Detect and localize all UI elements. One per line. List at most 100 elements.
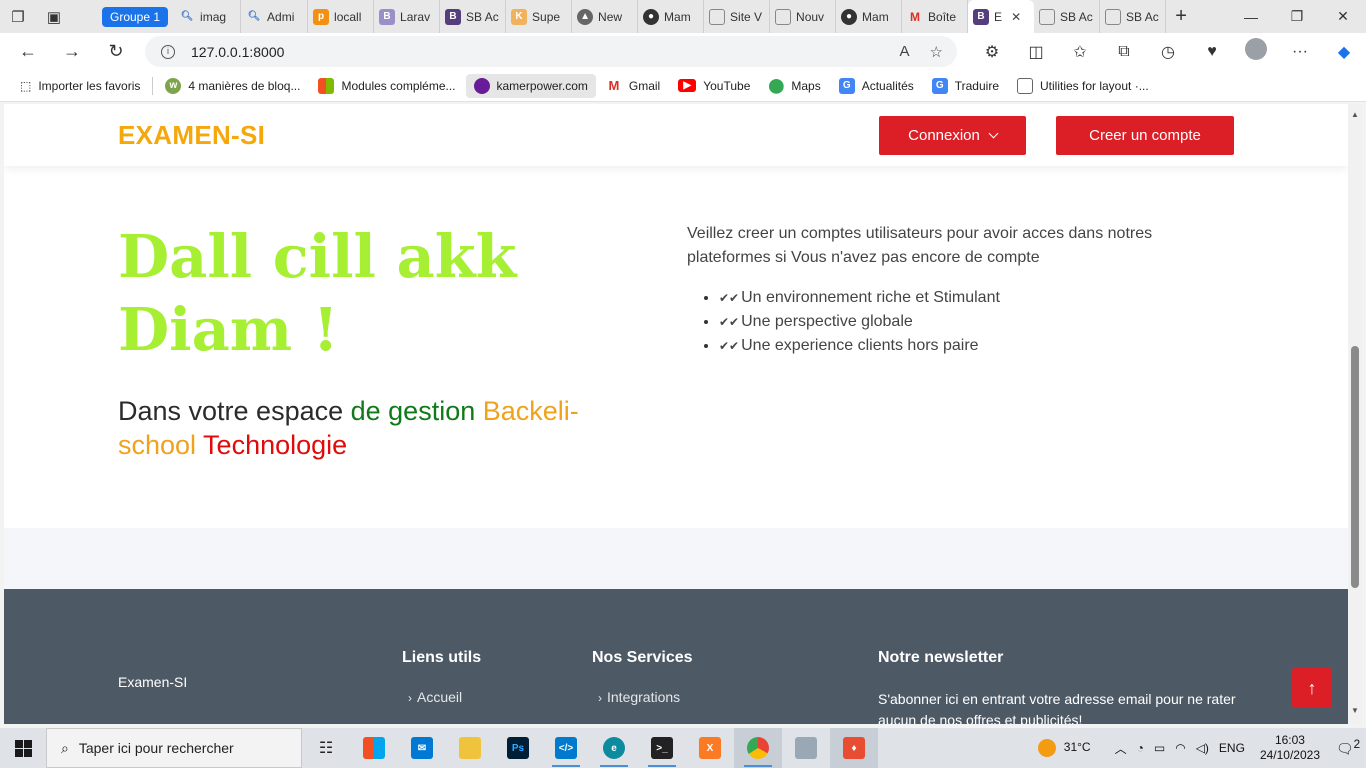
battery-icon[interactable]: ▭: [1149, 741, 1170, 755]
page-icon: [1105, 8, 1122, 25]
xampp-icon[interactable]: X: [686, 728, 734, 768]
volume-icon[interactable]: ◁): [1191, 741, 1214, 755]
edge-icon[interactable]: e: [590, 728, 638, 768]
browser-tab[interactable]: M Boîte: [902, 0, 969, 33]
mail-app-icon[interactable]: ✉: [398, 728, 446, 768]
photoshop-icon[interactable]: Ps: [494, 728, 542, 768]
start-button[interactable]: [0, 728, 46, 768]
signup-button[interactable]: Creer un compte: [1056, 116, 1234, 155]
page-scrollbar[interactable]: ▲ ▼: [1348, 104, 1362, 724]
page-icon: [709, 8, 726, 25]
clock[interactable]: 16:03 24/10/2023: [1250, 733, 1330, 763]
translate-icon: G: [931, 77, 948, 94]
new-tab-icon[interactable]: +: [1166, 5, 1196, 28]
forward-arrow-icon[interactable]: →: [50, 33, 94, 70]
browser-tab[interactable]: ▲ New: [572, 0, 639, 33]
bookmark-item[interactable]: M Gmail: [598, 74, 668, 98]
bookmark-item[interactable]: G Actualités: [831, 74, 922, 98]
back-to-top-button[interactable]: ↑: [1292, 668, 1332, 708]
browser-tab[interactable]: p locall: [308, 0, 375, 33]
git-app-icon[interactable]: ♦: [830, 728, 878, 768]
restore-icon[interactable]: ❐: [1274, 0, 1320, 33]
heart-extension-icon[interactable]: ♥: [1190, 43, 1234, 61]
bootstrap-icon: B: [379, 8, 396, 25]
collections-icon[interactable]: ⧉: [1102, 43, 1146, 61]
profile-avatar[interactable]: [1234, 38, 1278, 65]
weather-widget[interactable]: 31°C: [1033, 739, 1096, 757]
feature-list: ✔✔Un environnement riche et Stimulant ✔✔…: [703, 286, 1223, 358]
footer-link-accueil[interactable]: › Accueil: [408, 689, 462, 705]
scroll-down-icon[interactable]: ▼: [1348, 706, 1362, 715]
copilot-icon[interactable]: ◆: [1322, 42, 1366, 62]
system-tray: 31°C ︿ ◔ ▭ ◠ ◁) ENG 16:03 24/10/2023 🗨︎2: [1033, 728, 1366, 768]
browser-tab[interactable]: B Larav: [374, 0, 441, 33]
bookmark-item[interactable]: Utilities for layout ·...: [1009, 74, 1157, 98]
page-icon: [1039, 8, 1056, 25]
footer-link-integrations[interactable]: › Integrations: [598, 689, 680, 705]
browser-tab-bar: ❐ ▣ Groupe 1 🔍︎ imag 🔍︎ Admi p locall B Lara…: [0, 0, 1366, 33]
light-separator-band: [4, 528, 1348, 589]
browser-tab[interactable]: SB Ac: [1100, 0, 1167, 33]
chevron-right-icon: ›: [598, 691, 602, 705]
bookmark-item[interactable]: Modules compléme...: [310, 74, 463, 98]
file-explorer-icon[interactable]: [446, 728, 494, 768]
more-options-icon[interactable]: ···: [1278, 43, 1322, 61]
browser-tab[interactable]: K Supe: [506, 0, 573, 33]
browser-tab[interactable]: ● Mam: [638, 0, 705, 33]
bookmark-item[interactable]: ⬤ Maps: [760, 74, 828, 98]
chevron-down-icon: [988, 128, 999, 139]
app-window-icon[interactable]: [782, 728, 830, 768]
vscode-icon[interactable]: </>: [542, 728, 590, 768]
notification-center-icon[interactable]: 🗨︎2: [1330, 738, 1366, 758]
close-window-icon[interactable]: ✕: [1320, 0, 1366, 33]
bookmark-item[interactable]: kamerpower.com: [465, 73, 596, 98]
browser-tab[interactable]: ● Mam: [836, 0, 903, 33]
wifi-icon[interactable]: ◠: [1170, 741, 1190, 755]
chrome-icon[interactable]: [734, 728, 782, 768]
page-icon: [1017, 77, 1033, 94]
refresh-icon[interactable]: ↻: [94, 33, 138, 70]
back-arrow-icon[interactable]: ←: [6, 33, 50, 70]
minimize-icon[interactable]: —: [1228, 0, 1274, 33]
taskbar-search[interactable]: ⌕ Taper ici pour rechercher: [46, 728, 302, 768]
url-field[interactable]: i 127.0.0.1:8000 A ☆: [145, 36, 957, 67]
scroll-up-icon[interactable]: ▲: [1348, 110, 1362, 119]
browser-tab[interactable]: SB Ac: [1034, 0, 1101, 33]
newsletter-text: S'abonner ici en entrant votre adresse e…: [878, 691, 1236, 724]
bookmark-item[interactable]: ⬚ Importer les favoris: [12, 75, 148, 97]
browser-tab-active[interactable]: B E ✕: [968, 0, 1035, 33]
login-dropdown-button[interactable]: Connexion: [879, 116, 1026, 155]
triangle-icon: ▲: [577, 8, 594, 25]
scrollbar-thumb[interactable]: [1351, 346, 1359, 588]
double-check-icon: ✔✔: [719, 315, 740, 329]
tab-actions-icon[interactable]: ▣: [36, 0, 72, 33]
task-view-icon[interactable]: ☷: [302, 728, 350, 768]
browser-tab[interactable]: Site V: [704, 0, 771, 33]
bookmark-item[interactable]: G Traduire: [924, 74, 1007, 98]
history-icon[interactable]: ◷: [1146, 42, 1190, 62]
split-screen-icon[interactable]: ◫: [1014, 42, 1058, 62]
close-tab-icon[interactable]: ✕: [1011, 10, 1021, 24]
bookmark-item[interactable]: w4 manières de bloq...: [157, 74, 308, 98]
browser-tab[interactable]: B SB Ac: [440, 0, 507, 33]
site-brand-logo[interactable]: EXAMEN-SI: [118, 120, 265, 151]
extensions-icon[interactable]: ⚙: [970, 42, 1014, 62]
favorite-star-icon[interactable]: ☆: [930, 43, 943, 61]
bookmark-item[interactable]: ▶ YouTube: [670, 75, 758, 97]
workspaces-icon[interactable]: ❐: [0, 0, 36, 33]
footer-brand: Examen-SI: [118, 674, 188, 690]
network-icon[interactable]: ◔: [1132, 741, 1149, 755]
language-indicator[interactable]: ENG: [1214, 741, 1250, 755]
browser-tab[interactable]: 🔍︎ imag: [174, 0, 242, 33]
read-aloud-icon[interactable]: A: [900, 43, 910, 61]
terminal-icon[interactable]: >_: [638, 728, 686, 768]
browser-tab[interactable]: Nouv: [770, 0, 837, 33]
browser-tab[interactable]: 🔍︎ Admi: [241, 0, 309, 33]
favorites-icon[interactable]: ✩: [1058, 42, 1102, 62]
tab-group-label[interactable]: Groupe 1: [102, 6, 169, 27]
chevron-up-icon[interactable]: ︿: [1110, 740, 1132, 757]
search-icon: 🔍︎: [180, 11, 194, 22]
bookmarks-bar: ⬚ Importer les favoris w4 manières de blo…: [0, 70, 1366, 102]
site-info-icon[interactable]: i: [161, 44, 175, 59]
store-app-icon[interactable]: [350, 728, 398, 768]
